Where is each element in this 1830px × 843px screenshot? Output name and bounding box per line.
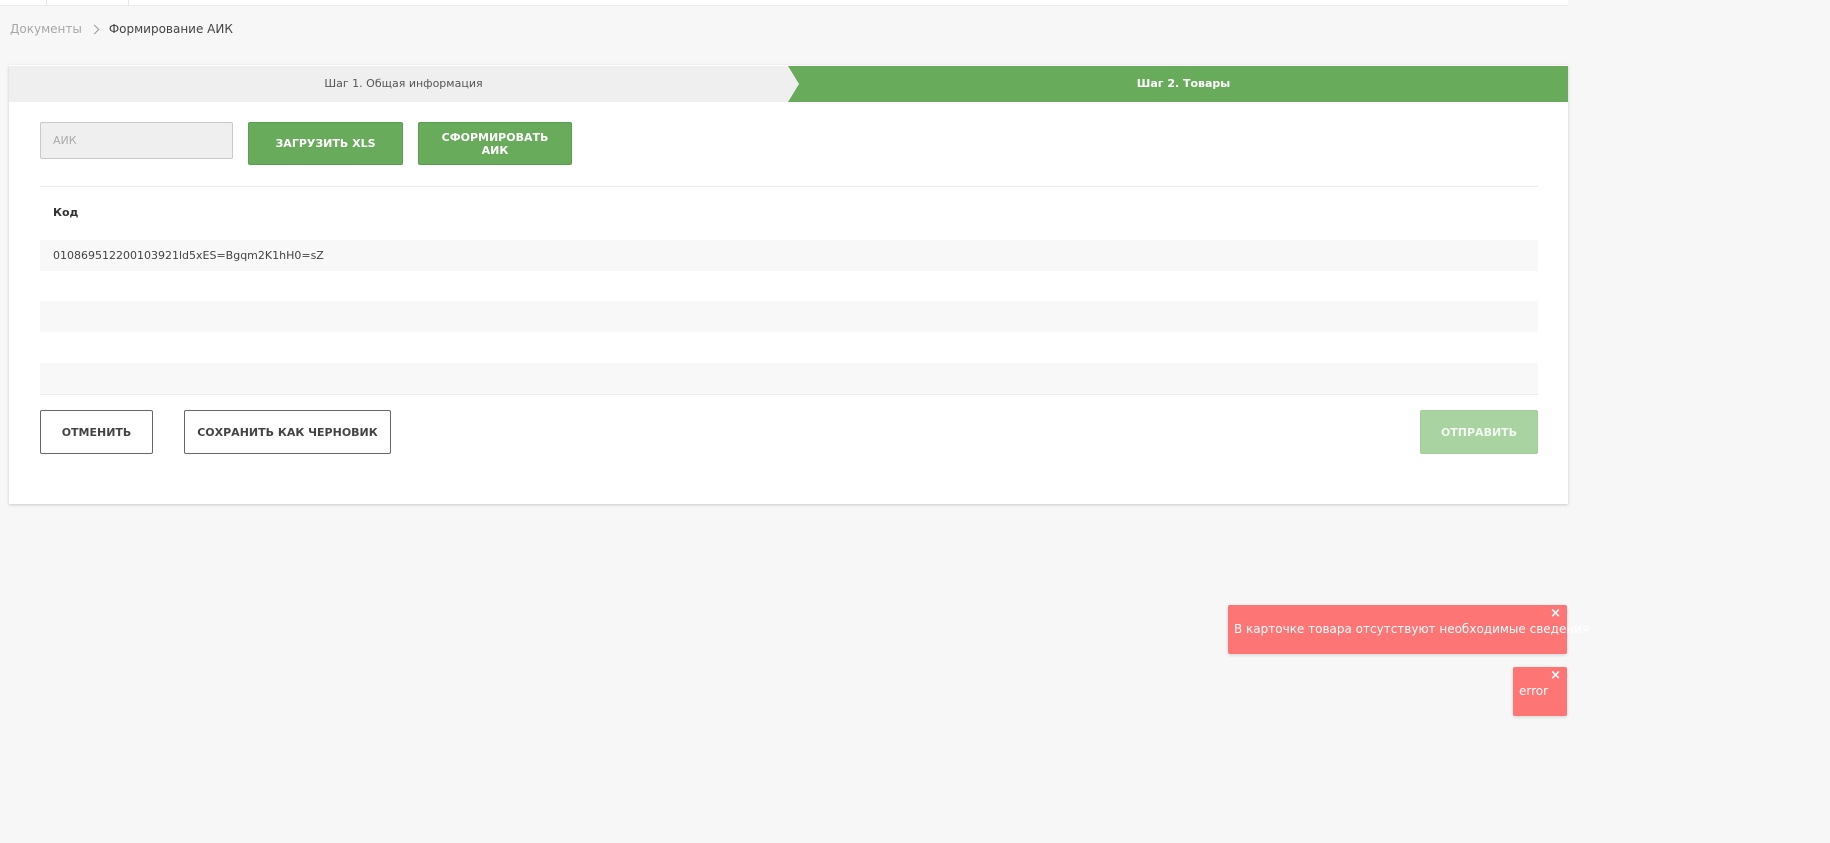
load-xls-button[interactable]: ЗАГРУЗИТЬ XLS [248, 122, 403, 165]
code-cell: 010869512200103921ld5xES=Bgqm2K1hH0=sZ [53, 249, 324, 262]
breadcrumb-documents-link[interactable]: Документы [10, 22, 82, 36]
table-row [40, 271, 1538, 302]
table-row [40, 332, 1538, 363]
step-goods[interactable]: Шаг 2. Товары [788, 66, 1568, 102]
step-label: Шаг 2. Товары [1136, 77, 1231, 90]
toast-message: В карточке товара отсутствуют необходимы… [1234, 622, 1590, 636]
close-icon[interactable]: × [1550, 607, 1561, 621]
chevron-right-icon [89, 24, 100, 34]
toast-message: error [1519, 684, 1549, 698]
close-icon[interactable]: × [1550, 669, 1561, 683]
wizard-steps: Шаг 1. Общая информация Шаг 2. Товары [9, 66, 1568, 102]
column-header-code: Код [53, 206, 79, 219]
divider [40, 394, 1538, 395]
step-label: Шаг 1. Общая информация [324, 77, 483, 90]
breadcrumb-current: Формирование АИК [108, 22, 233, 36]
error-toast: error × [1513, 667, 1567, 716]
table-row [40, 363, 1538, 394]
top-nav-bar [0, 0, 1568, 6]
cancel-button[interactable]: ОТМЕНИТЬ [40, 410, 153, 454]
breadcrumb: Документы Формирование АИК [10, 21, 233, 37]
save-draft-button[interactable]: СОХРАНИТЬ КАК ЧЕРНОВИК [184, 410, 391, 454]
step-general-info[interactable]: Шаг 1. Общая информация [9, 66, 798, 102]
top-nav-segment[interactable] [47, 0, 129, 6]
top-nav-segment[interactable] [0, 0, 47, 6]
form-card: Шаг 1. Общая информация Шаг 2. Товары ЗА… [9, 65, 1568, 504]
error-toast: В карточке товара отсутствуют необходимы… [1228, 605, 1589, 654]
divider [40, 186, 1538, 187]
table-row: 010869512200103921ld5xES=Bgqm2K1hH0=sZ [40, 240, 1538, 271]
form-aik-button[interactable]: СФОРМИРОВАТЬ АИК [418, 122, 572, 165]
send-button[interactable]: ОТПРАВИТЬ [1420, 410, 1538, 454]
aik-input[interactable] [40, 122, 233, 159]
table-row [40, 301, 1538, 332]
